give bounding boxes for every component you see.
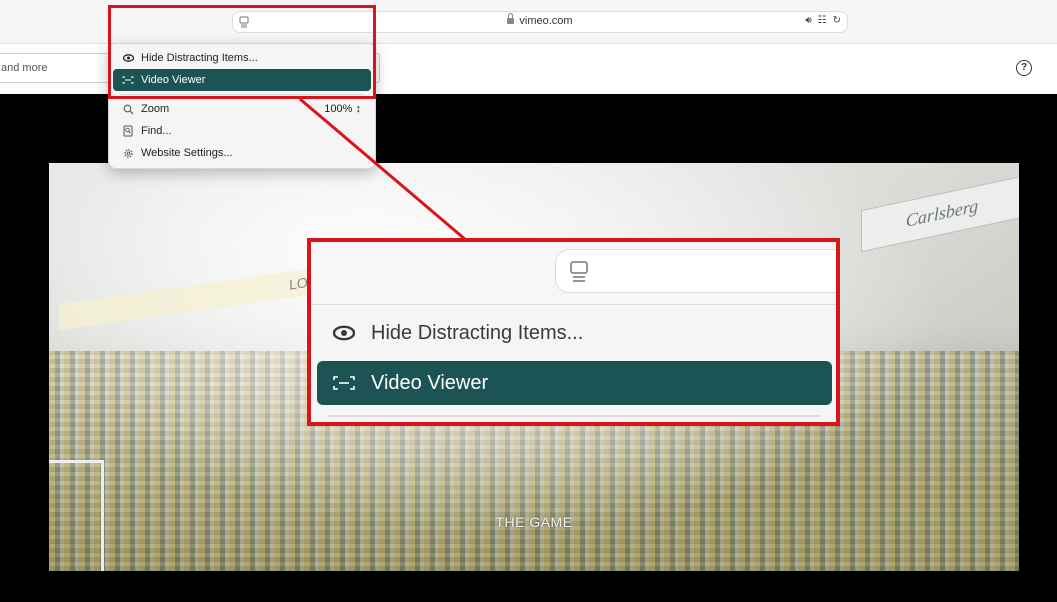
highlight-box <box>108 5 376 99</box>
menu-item-label: Website Settings... <box>141 147 233 159</box>
zoom-icon <box>119 104 137 115</box>
find-icon <box>119 125 137 137</box>
lock-icon <box>507 13 515 24</box>
translate-icon[interactable]: ☷ <box>818 15 827 26</box>
search-text: and more <box>1 62 48 74</box>
zoom-address-bar <box>555 249 836 293</box>
menu-separator <box>327 415 820 417</box>
zoom-value-text: 100% <box>324 103 353 115</box>
zoom-toolbar <box>311 242 836 304</box>
zoom-value[interactable]: 100% ↕ <box>324 103 361 115</box>
zoom-menu-item-video-viewer: Video Viewer <box>317 361 832 405</box>
reload-icon[interactable]: ↻ <box>833 15 841 26</box>
help-icon[interactable]: ? <box>1016 60 1032 76</box>
speaker-icon[interactable]: 🔊︎ <box>805 15 811 26</box>
menu-item-label: Hide Distracting Items... <box>371 321 584 344</box>
menu-item-label: Zoom <box>141 103 170 115</box>
menu-item-label: Video Viewer <box>371 371 489 394</box>
reader-view-icon <box>564 258 594 284</box>
menu-item-zoom[interactable]: Zoom 100% ↕ <box>113 98 371 120</box>
zoom-callout: Hide Distracting Items... Video Viewer <box>307 238 840 426</box>
menu-item-label: Find... <box>141 125 172 137</box>
menu-item-find[interactable]: Find... <box>113 120 371 142</box>
stepper-icon: ↕ <box>355 103 362 115</box>
zoom-menu-item-hide-distracting: Hide Distracting Items... <box>317 311 832 355</box>
url-label: vimeo.com <box>519 15 573 27</box>
video-viewer-icon <box>329 376 359 390</box>
zoom-menu: Hide Distracting Items... Video Viewer <box>311 304 836 422</box>
video-caption: THE GAME <box>495 514 573 530</box>
eye-icon <box>329 325 359 341</box>
menu-item-website-settings[interactable]: Website Settings... <box>113 142 371 164</box>
gear-icon <box>119 148 137 159</box>
